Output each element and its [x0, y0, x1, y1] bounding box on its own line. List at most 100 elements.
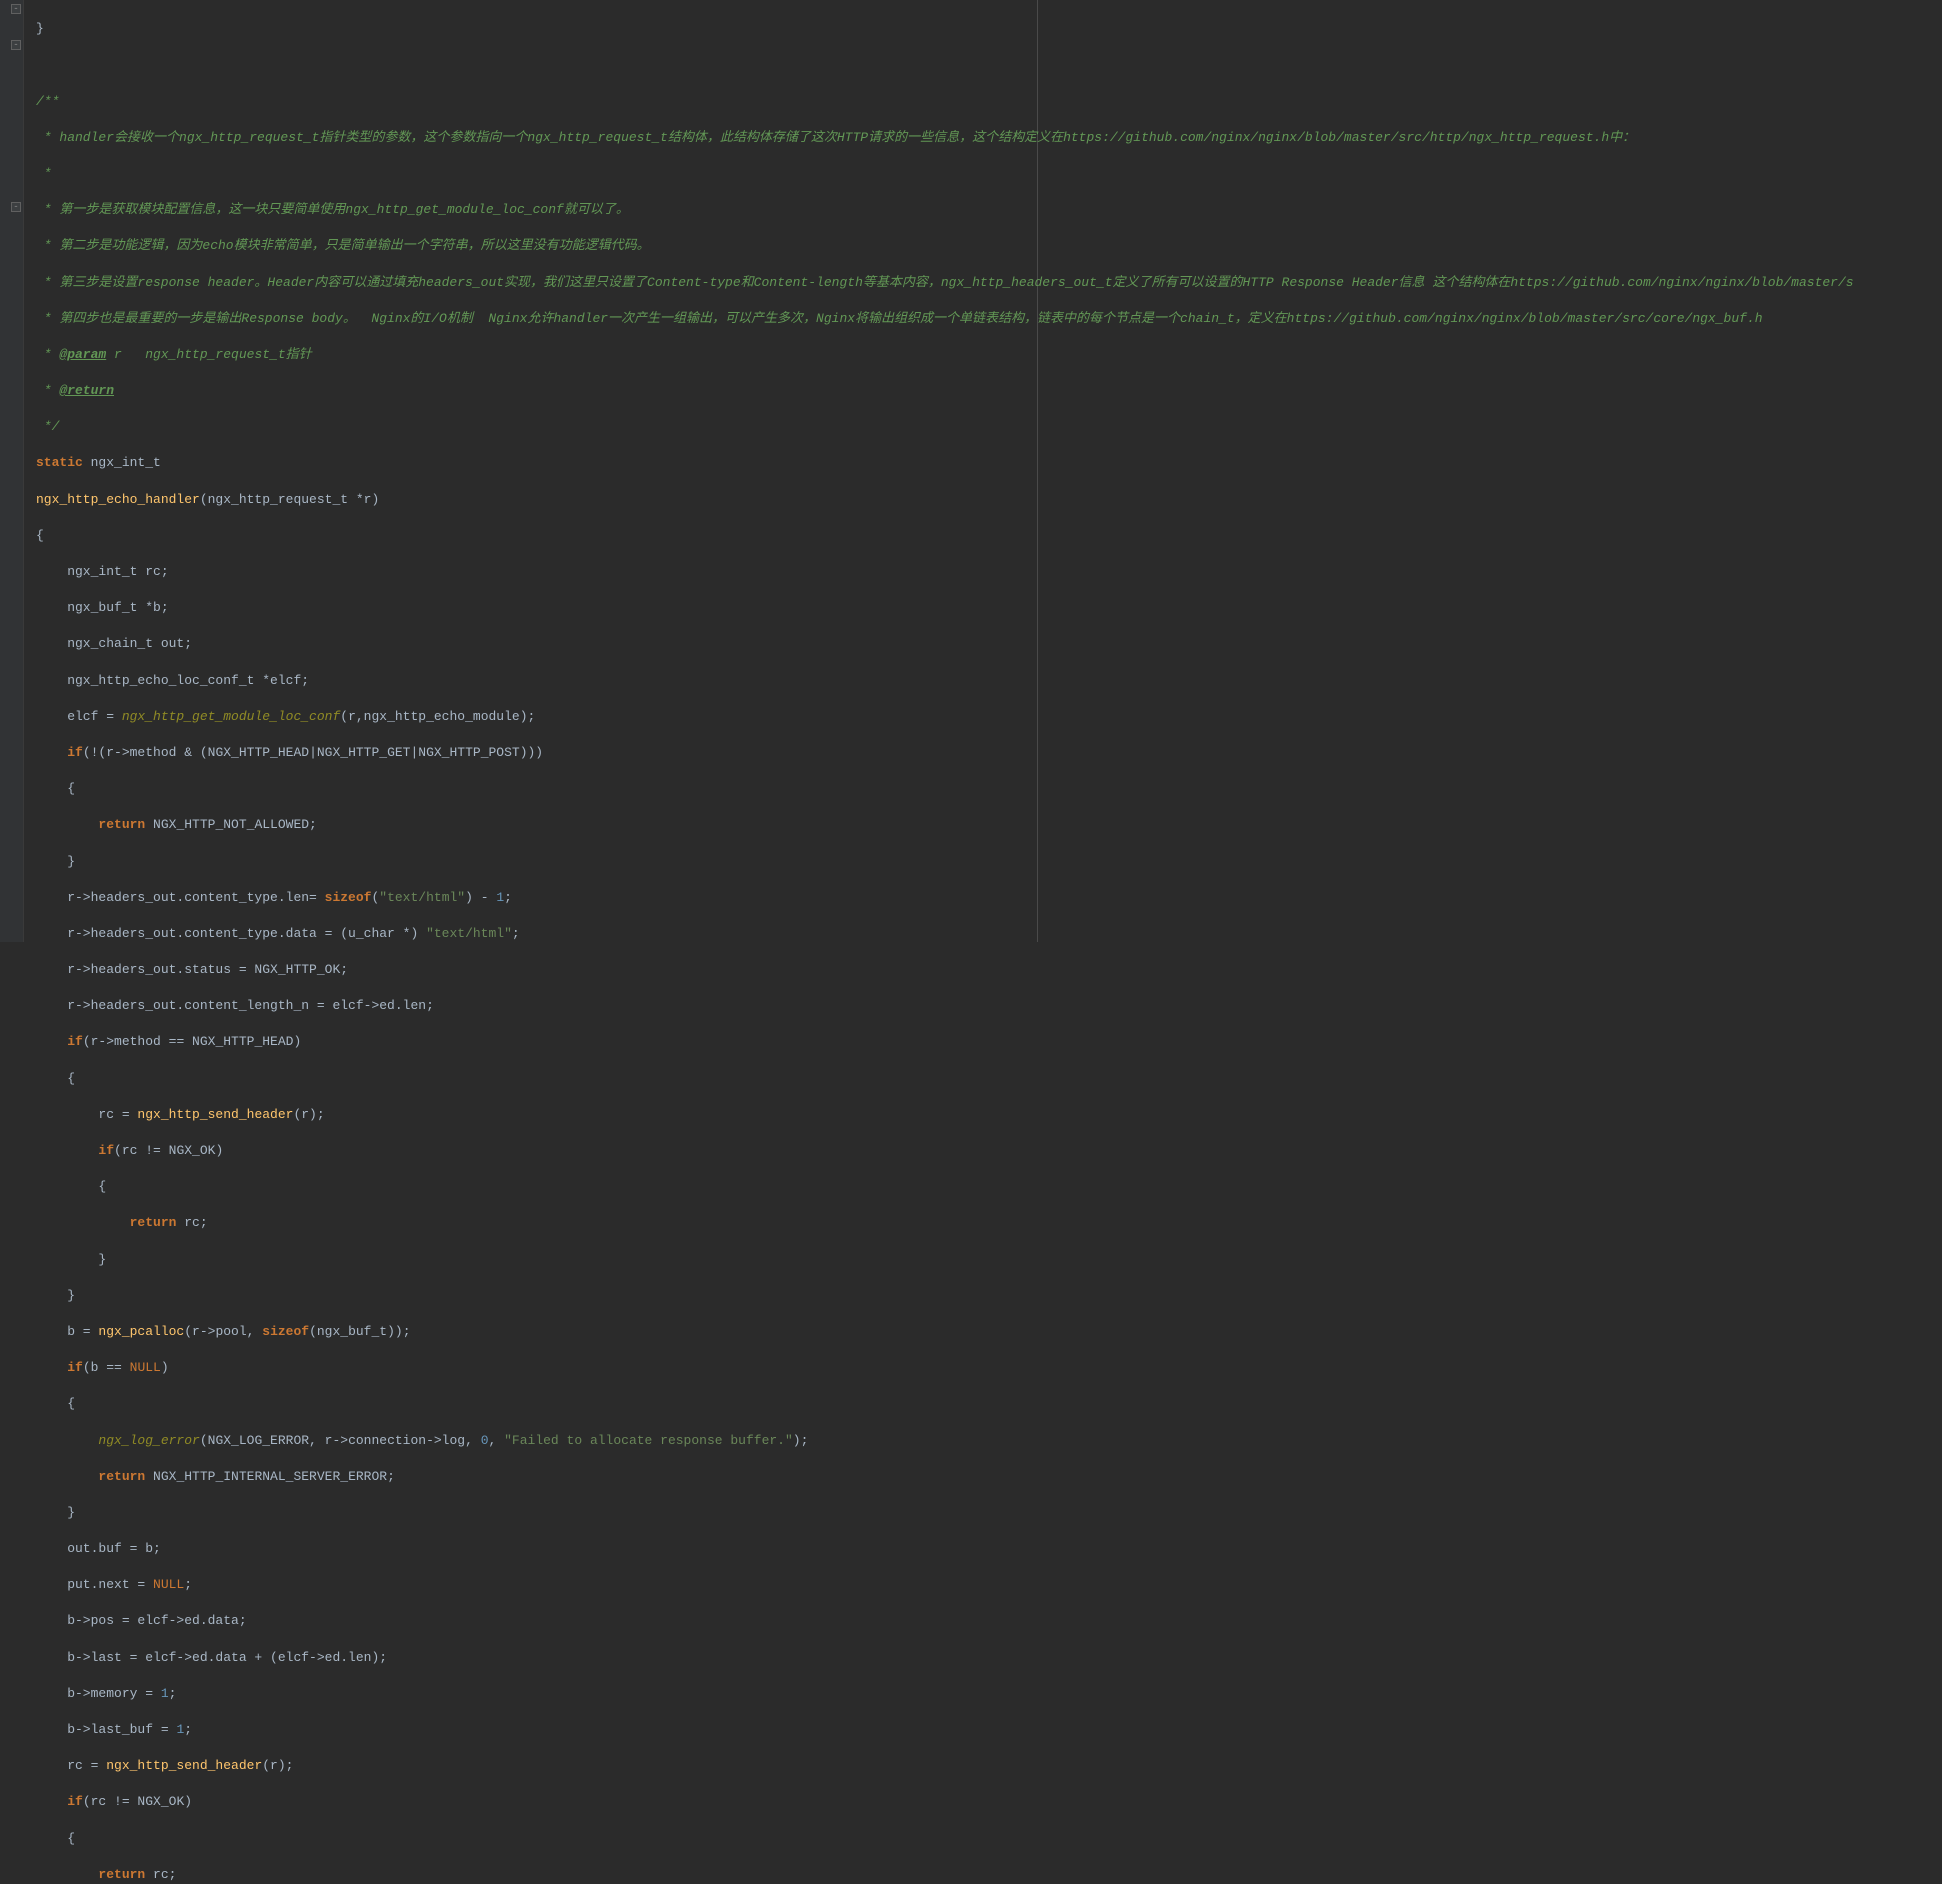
number-literal: 1 — [176, 1722, 184, 1737]
code-text — [36, 745, 67, 760]
function-name: ngx_http_echo_handler — [36, 492, 200, 507]
code-text: } — [36, 1252, 106, 1267]
keyword: return — [98, 1469, 145, 1484]
code-text: ngx_http_echo_loc_conf_t *elcf; — [36, 673, 309, 688]
code-text: } — [36, 1288, 75, 1303]
code-text: ) - — [465, 890, 496, 905]
code-text: (r->method == NGX_HTTP_HEAD) — [83, 1034, 301, 1049]
code-text — [36, 1143, 98, 1158]
keyword: sizeof — [262, 1324, 309, 1339]
code-text: r->headers_out.content_type.data = (u_ch… — [36, 926, 426, 941]
doc-comment: * 第一步是获取模块配置信息，这一块只要简单使用ngx_http_get_mod… — [36, 202, 629, 217]
code-text — [36, 1433, 98, 1448]
doc-comment: * — [36, 166, 52, 181]
number-literal: 1 — [161, 1686, 169, 1701]
keyword: if — [98, 1143, 114, 1158]
keyword: if — [67, 1360, 83, 1375]
doc-comment: * 第四步也是最重要的一步是输出Response body。 Nginx的I/O… — [36, 311, 1763, 326]
code-text: , — [489, 1433, 505, 1448]
code-text: ngx_buf_t *b; — [36, 600, 169, 615]
code-text — [36, 1034, 67, 1049]
keyword: sizeof — [325, 890, 372, 905]
code-text: NGX_HTTP_INTERNAL_SERVER_ERROR; — [145, 1469, 395, 1484]
code-text: r->headers_out.status = NGX_HTTP_OK; — [36, 962, 348, 977]
code-text: { — [36, 1071, 75, 1086]
code-text — [36, 1469, 98, 1484]
function-call: ngx_http_send_header — [106, 1758, 262, 1773]
code-text: ; — [512, 926, 520, 941]
number-literal: 1 — [496, 890, 504, 905]
string-literal: "text/html" — [379, 890, 465, 905]
keyword: NULL — [130, 1360, 161, 1375]
code-text: (r,ngx_http_echo_module); — [340, 709, 535, 724]
code-text: b->last_buf = — [36, 1722, 176, 1737]
code-text: } — [36, 854, 75, 869]
code-text: put.next = — [36, 1577, 153, 1592]
code-text: b->last = elcf->ed.data + (elcf->ed.len)… — [36, 1650, 387, 1665]
code-text: rc = — [36, 1758, 106, 1773]
code-text: (NGX_LOG_ERROR, r->connection->log, — [200, 1433, 481, 1448]
code-text: b->pos = elcf->ed.data; — [36, 1613, 247, 1628]
code-text: (ngx_http_request_t *r) — [200, 492, 379, 507]
doc-comment: r ngx_http_request_t指针 — [106, 347, 311, 362]
code-text: rc; — [176, 1215, 207, 1230]
code-text: (ngx_buf_t)); — [309, 1324, 410, 1339]
string-literal: "Failed to allocate response buffer." — [504, 1433, 793, 1448]
doc-comment: * — [36, 347, 59, 362]
code-text: b->memory = — [36, 1686, 161, 1701]
code-text: (r); — [262, 1758, 293, 1773]
code-text: ; — [184, 1722, 192, 1737]
code-text: { — [36, 1831, 75, 1846]
code-text: rc = — [36, 1107, 137, 1122]
code-text: { — [36, 1396, 75, 1411]
keyword: if — [67, 745, 83, 760]
code-text: } — [36, 21, 44, 36]
fold-toggle-icon[interactable]: - — [11, 4, 21, 14]
keyword: NULL — [153, 1577, 184, 1592]
code-text: (rc != NGX_OK) — [114, 1143, 223, 1158]
code-text: ngx_int_t rc; — [36, 564, 169, 579]
editor-gutter[interactable]: - - - — [0, 0, 24, 942]
code-text — [36, 1867, 98, 1882]
fold-toggle-icon[interactable]: - — [11, 202, 21, 212]
macro-call: ngx_http_get_module_loc_conf — [122, 709, 340, 724]
code-text: elcf = — [36, 709, 122, 724]
code-text: ngx_int_t — [83, 455, 161, 470]
string-literal: "text/html" — [426, 926, 512, 941]
doc-comment: * 第二步是功能逻辑，因为echo模块非常简单，只是简单输出一个字符串，所以这里… — [36, 238, 650, 253]
function-call: ngx_pcalloc — [98, 1324, 184, 1339]
code-text: { — [36, 1179, 106, 1194]
keyword: if — [67, 1794, 83, 1809]
code-text: ngx_chain_t out; — [36, 636, 192, 651]
code-text: rc; — [145, 1867, 176, 1882]
code-text: r->headers_out.content_length_n = elcf->… — [36, 998, 434, 1013]
code-text: } — [36, 1505, 75, 1520]
function-call: ngx_http_send_header — [137, 1107, 293, 1122]
code-text: out.buf = b; — [36, 1541, 161, 1556]
doc-tag: @param — [59, 347, 106, 362]
code-text: ; — [184, 1577, 192, 1592]
code-text: (r->pool, — [184, 1324, 262, 1339]
code-text — [36, 817, 98, 832]
doc-comment: * — [36, 383, 59, 398]
code-editor[interactable]: } /** * handler会接收一个ngx_http_request_t指针… — [36, 0, 1942, 942]
number-literal: 0 — [481, 1433, 489, 1448]
doc-comment: * 第三步是设置response header。Header内容可以通过填充he… — [36, 275, 1854, 290]
keyword: if — [67, 1034, 83, 1049]
code-text: { — [36, 528, 44, 543]
code-text: NGX_HTTP_NOT_ALLOWED; — [145, 817, 317, 832]
keyword: static — [36, 455, 83, 470]
macro-call: ngx_log_error — [98, 1433, 199, 1448]
code-text: b = — [36, 1324, 98, 1339]
code-text: ); — [793, 1433, 809, 1448]
doc-comment: /** — [36, 94, 59, 109]
code-text: r->headers_out.content_type.len= — [36, 890, 325, 905]
code-text: { — [36, 781, 75, 796]
fold-toggle-icon[interactable]: - — [11, 40, 21, 50]
doc-tag: @return — [59, 383, 114, 398]
code-text — [36, 1360, 67, 1375]
keyword: return — [130, 1215, 177, 1230]
code-text: ; — [169, 1686, 177, 1701]
code-text: ) — [161, 1360, 169, 1375]
code-text: (b == — [83, 1360, 130, 1375]
